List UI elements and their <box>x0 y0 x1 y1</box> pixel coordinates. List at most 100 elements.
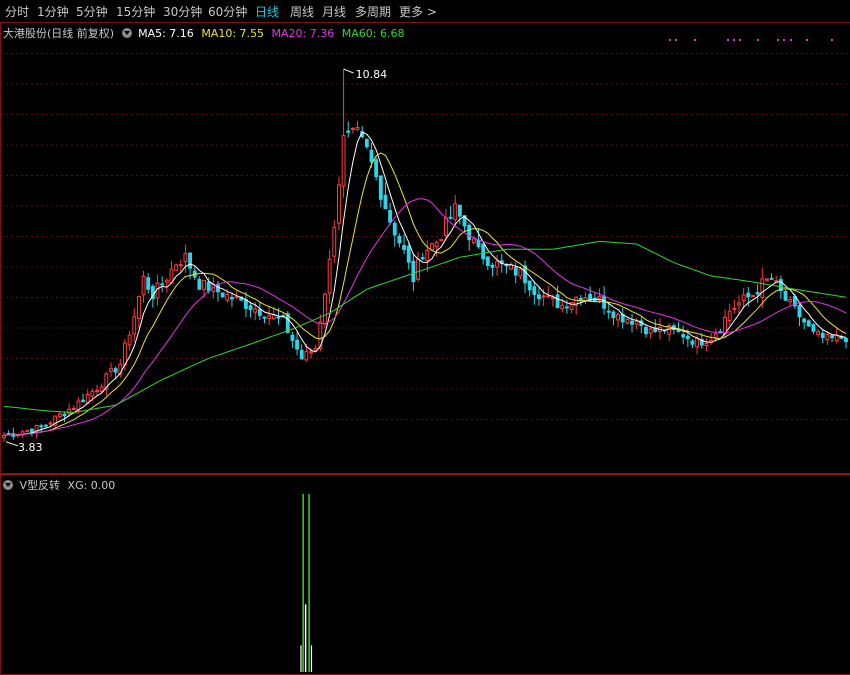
event-marker <box>727 39 729 41</box>
ma5-line <box>3 131 847 436</box>
candle-body <box>346 130 351 133</box>
candle-body <box>276 316 281 319</box>
candle-body <box>267 315 272 320</box>
candle-body <box>541 295 546 298</box>
candle-body <box>290 334 295 341</box>
event-marker <box>669 39 671 41</box>
candle-body <box>760 278 765 298</box>
signal-bar <box>308 494 310 672</box>
candle-body <box>527 280 532 291</box>
candle-body <box>323 293 327 325</box>
candle-body <box>136 296 141 320</box>
candle-body <box>830 335 834 339</box>
candle-body <box>71 407 76 410</box>
candle-body <box>39 425 44 428</box>
candle-body <box>48 422 53 425</box>
candle-body <box>146 277 151 290</box>
candle-body <box>532 286 537 295</box>
candle-body <box>616 313 620 321</box>
ma60-line <box>3 240 847 414</box>
candle-body <box>337 184 341 224</box>
candle-body <box>397 235 402 244</box>
candle-body <box>132 316 137 335</box>
candle-body <box>420 257 425 260</box>
candle-body <box>630 320 634 325</box>
candle-body <box>178 264 183 267</box>
candle-body <box>634 320 639 325</box>
candle-body <box>797 304 802 318</box>
candle-body <box>471 238 476 244</box>
event-marker <box>790 39 792 41</box>
candle-body <box>644 326 648 335</box>
event-marker <box>739 39 741 41</box>
candle-body <box>374 159 379 178</box>
candle-body <box>695 337 700 348</box>
high-label: 10.84 <box>356 68 388 81</box>
candle-body <box>732 307 737 310</box>
candle-body <box>25 429 30 432</box>
candle-body <box>681 334 686 338</box>
event-marker <box>757 39 759 41</box>
candle-body <box>718 331 723 334</box>
candle-body <box>578 297 583 301</box>
signal-bar-inner <box>310 645 313 672</box>
candle-body <box>257 309 262 316</box>
candle-body <box>611 311 616 319</box>
candle-body <box>537 294 541 300</box>
candle-body <box>755 292 760 295</box>
candle-body <box>388 210 393 223</box>
candle-body <box>727 310 732 322</box>
candle-body <box>713 333 718 339</box>
event-marker <box>831 39 833 41</box>
candle-body <box>295 339 300 350</box>
candle-body <box>546 295 551 298</box>
candle-body <box>109 368 113 372</box>
candle-body <box>751 295 755 298</box>
candle-body <box>564 306 569 309</box>
candle-body <box>425 249 430 262</box>
signal-bar-inner <box>304 604 307 672</box>
event-marker <box>783 39 785 41</box>
candle-body <box>364 139 369 148</box>
candle-body <box>550 296 555 300</box>
candle-body <box>90 390 95 397</box>
candle-body <box>625 319 630 324</box>
event-marker <box>675 39 677 41</box>
candle-body <box>453 203 458 221</box>
candle-body <box>309 351 313 354</box>
candle-body <box>411 260 416 283</box>
candle-body <box>434 241 439 248</box>
candle-body <box>769 277 774 280</box>
candlestick-chart: 10.84 3.83 <box>1 39 848 672</box>
candle-body <box>253 308 258 313</box>
candle-body <box>820 332 825 338</box>
candle-body <box>416 258 420 280</box>
candle-body <box>518 268 523 277</box>
candle-body <box>606 310 611 313</box>
low-label: 3.83 <box>18 441 43 454</box>
candle-body <box>392 222 397 236</box>
signal-bar <box>302 494 304 672</box>
candle-body <box>95 390 99 393</box>
candle-body <box>206 281 211 292</box>
candle-body <box>746 292 751 298</box>
candle-body <box>764 278 769 281</box>
candle-body <box>234 296 239 299</box>
candle-body <box>262 316 267 319</box>
candle-body <box>802 318 807 323</box>
candle-body <box>248 305 253 311</box>
candle-body <box>648 328 653 334</box>
candle-body <box>402 245 407 250</box>
candle-body <box>788 299 793 303</box>
candle-body <box>406 245 411 263</box>
candle-body <box>62 413 67 417</box>
candle-body <box>225 293 230 301</box>
candle-body <box>430 243 434 251</box>
signal-bar-inner <box>300 645 302 672</box>
candle-body <box>741 294 746 301</box>
candle-body <box>141 275 146 296</box>
candle-body <box>202 279 206 290</box>
candle-body <box>811 324 816 332</box>
candle-body <box>220 292 225 298</box>
candle-body <box>160 283 165 286</box>
